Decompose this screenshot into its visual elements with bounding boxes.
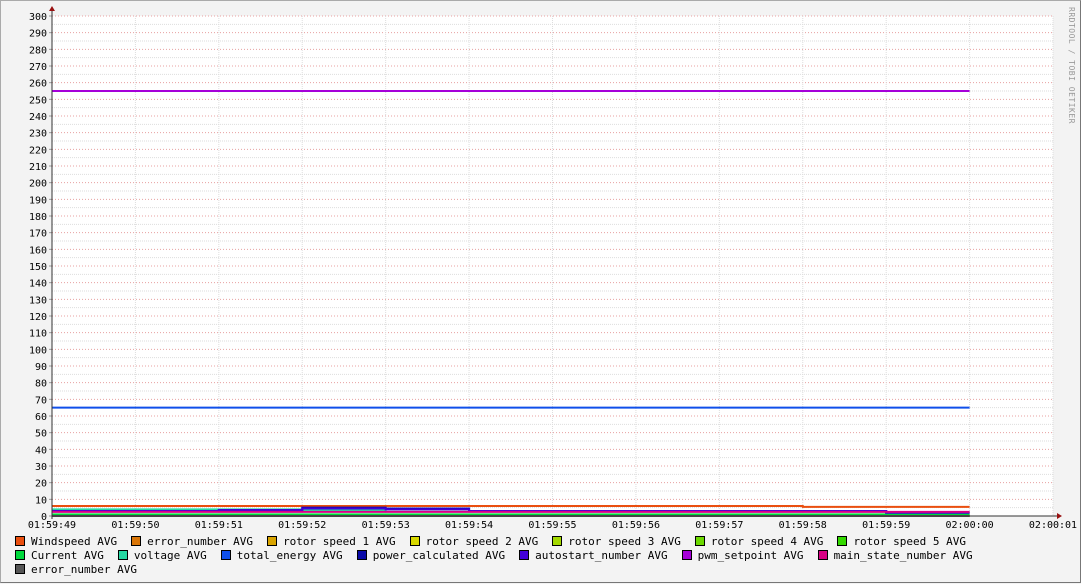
x-tick-label: 01:59:50	[111, 520, 159, 531]
chart: 0 10 20 30 40 50 60 70 80 90 100 110 120 130 140 150 160…	[0, 0, 1081, 583]
legend-swatch	[409, 536, 420, 546]
x-tick-label: 01:59:54	[445, 520, 493, 531]
legend-label: error_number AVG	[147, 535, 254, 548]
legend-item: voltage AVG	[117, 549, 207, 563]
legend-item: power_calculated AVG	[356, 549, 506, 563]
legend-label: rotor speed 4 AVG	[710, 535, 824, 548]
legend-item: error_number AVG	[15, 563, 137, 577]
y-tick-label: 170	[29, 229, 47, 240]
x-tick-label: 01:59:49	[28, 520, 76, 531]
y-tick-label: 10	[35, 495, 47, 506]
y-tick-label: 240	[29, 112, 47, 123]
x-tick-label: 01:59:58	[779, 520, 827, 531]
y-tick-label: 300	[29, 12, 47, 23]
legend-swatch	[117, 550, 128, 560]
y-tick-label: 250	[29, 95, 47, 106]
y-tick-label: 150	[29, 262, 47, 273]
legend-label: rotor speed 5 AVG	[853, 535, 967, 548]
x-axis-arrow	[1057, 513, 1062, 519]
legend-item: pwm_setpoint AVG	[681, 549, 804, 563]
x-tick-label: 02:00:00	[945, 520, 993, 531]
x-tick-label: 01:59:52	[278, 520, 326, 531]
legend-label: total_energy AVG	[236, 549, 343, 562]
y-tick-label: 60	[35, 412, 47, 423]
y-tick-label: 190	[29, 195, 47, 206]
legend-swatch	[220, 550, 231, 560]
legend-label: error_number AVG	[31, 563, 137, 576]
legend-swatch	[837, 536, 848, 546]
legend-item: rotor speed 2 AVG	[409, 535, 539, 549]
y-tick-label: 50	[35, 429, 47, 440]
series-line-0	[52, 505, 970, 508]
legend-swatch	[519, 550, 530, 560]
legend-swatch	[267, 536, 278, 546]
legend-item: error_number AVG	[131, 535, 253, 549]
legend-swatch	[15, 564, 25, 574]
x-tick-label: 01:59:59	[862, 520, 910, 531]
y-tick-label: 260	[29, 79, 47, 90]
legend-item: rotor speed 3 AVG	[552, 535, 681, 549]
legend-item: Windspeed AVG	[15, 535, 117, 549]
x-tick-label: 01:59:57	[695, 520, 743, 531]
legend-swatch	[15, 550, 25, 560]
legend-label: main_state_number AVG	[833, 549, 973, 562]
legend-item: rotor speed 1 AVG	[267, 535, 396, 549]
y-tick-label: 280	[29, 45, 47, 56]
x-tick-label: 02:00:01	[1029, 520, 1077, 531]
legend-swatch	[817, 550, 828, 560]
legend-label: voltage AVG	[133, 549, 207, 562]
legend-swatch	[681, 550, 692, 560]
x-tick-label: 01:59:51	[195, 520, 243, 531]
y-tick-label: 290	[29, 29, 47, 40]
legend-item: Current AVG	[15, 549, 104, 563]
legend-label: autostart_number AVG	[535, 549, 668, 562]
legend-label: rotor speed 1 AVG	[283, 535, 396, 548]
legend-swatch	[356, 550, 367, 560]
y-axis-arrow	[49, 6, 55, 11]
legend-item: autostart_number AVG	[519, 549, 668, 563]
y-tick-label: 160	[29, 245, 47, 256]
y-tick-label: 90	[35, 362, 47, 373]
legend-item: rotor speed 4 AVG	[694, 535, 824, 549]
legend-swatch	[131, 536, 142, 546]
y-tick-label: 110	[29, 329, 47, 340]
legend-label: power_calculated AVG	[372, 549, 506, 562]
legend-item: main_state_number AVG	[817, 549, 973, 563]
x-tick-label: 01:59:53	[362, 520, 410, 531]
legend-label: rotor speed 3 AVG	[568, 535, 681, 548]
legend-label: rotor speed 2 AVG	[425, 535, 539, 548]
legend-item: total_energy AVG	[220, 549, 343, 563]
legend-label: pwm_setpoint AVG	[697, 549, 804, 562]
legend-item: rotor speed 5 AVG	[837, 535, 966, 549]
legend-swatch	[694, 536, 705, 546]
legend-swatch	[15, 536, 25, 546]
legend-label: Windspeed AVG	[31, 535, 118, 548]
y-tick-label: 140	[29, 279, 47, 290]
y-tick-label: 70	[35, 395, 47, 406]
y-tick-label: 40	[35, 445, 47, 456]
x-tick-label: 01:59:56	[612, 520, 660, 531]
legend-swatch	[552, 536, 563, 546]
watermark: RRDTOOL / TOBI OETIKER	[1067, 7, 1076, 124]
legend: Windspeed AVG error_number AVG rotor speed…	[15, 535, 1075, 577]
y-tick-label: 220	[29, 145, 47, 156]
legend-label: Current AVG	[31, 549, 104, 562]
y-tick-label: 210	[29, 162, 47, 173]
y-tick-label: 200	[29, 179, 47, 190]
x-tick-label: 01:59:55	[528, 520, 576, 531]
y-tick-label: 180	[29, 212, 47, 223]
y-tick-label: 130	[29, 295, 47, 306]
y-tick-label: 230	[29, 129, 47, 140]
y-tick-label: 100	[29, 345, 47, 356]
y-tick-label: 120	[29, 312, 47, 323]
y-tick-label: 20	[35, 479, 47, 490]
y-tick-label: 30	[35, 462, 47, 473]
y-tick-label: 270	[29, 62, 47, 73]
plot-area: 0102030405060708090100110120130140150160…	[28, 6, 1077, 531]
y-tick-label: 80	[35, 379, 47, 390]
